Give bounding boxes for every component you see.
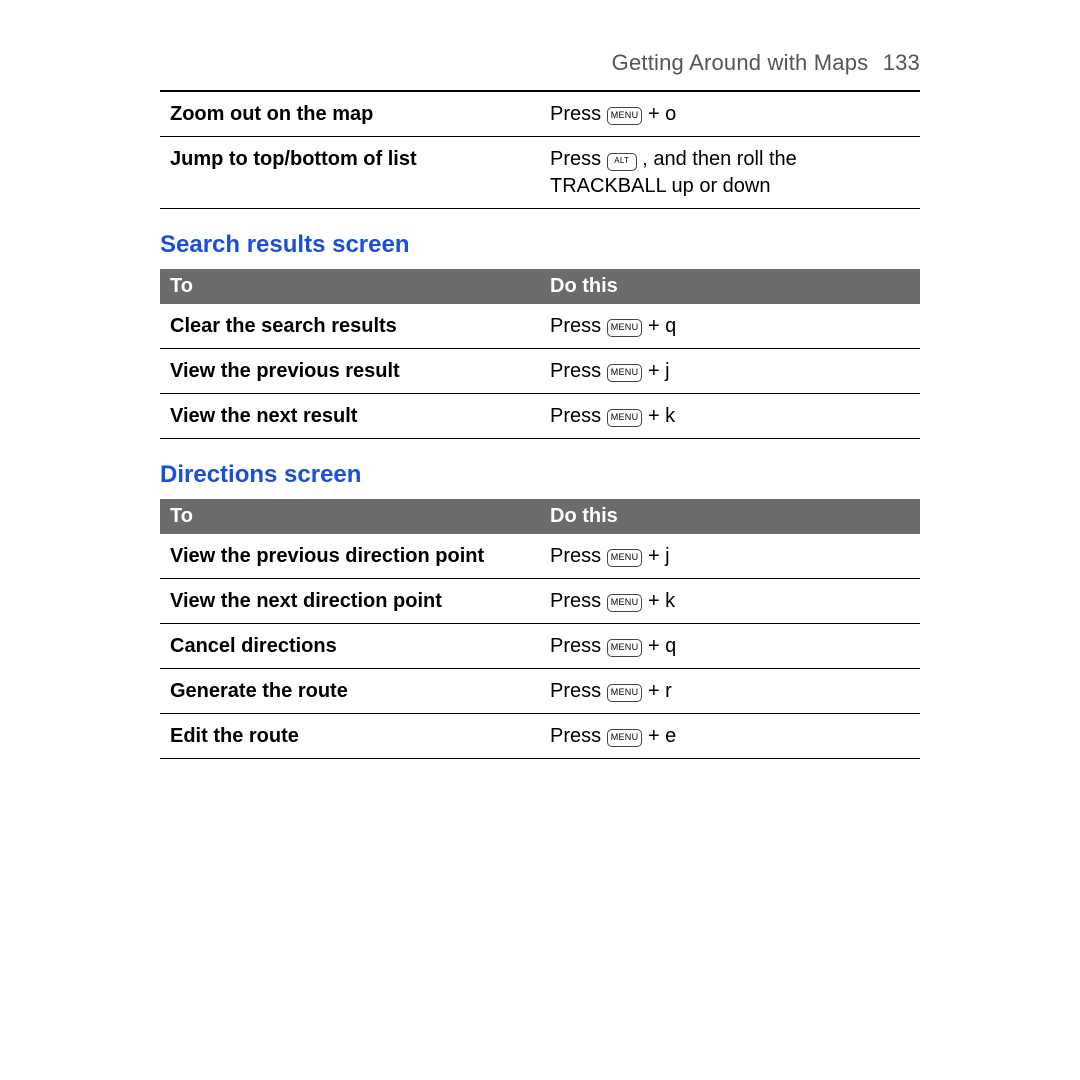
shortcut-action: View the previous result — [160, 349, 540, 394]
column-header-dothis: Do this — [540, 269, 920, 304]
shortcut-doit: Press MENU + o — [540, 92, 920, 137]
shortcuts-table: ToDo thisView the previous direction poi… — [160, 499, 920, 759]
column-header-to: To — [160, 269, 540, 304]
table-row: Cancel directionsPress MENU + q — [160, 624, 920, 669]
menu-key-icon: MENU — [607, 107, 643, 125]
shortcut-doit: Press MENU + j — [540, 349, 920, 394]
table-row: View the previous direction pointPress M… — [160, 534, 920, 579]
column-header-dothis: Do this — [540, 499, 920, 534]
shortcut-doit: Press MENU + q — [540, 304, 920, 349]
shortcut-doit: Press MENU + q — [540, 624, 920, 669]
table-row: View the next direction pointPress MENU … — [160, 579, 920, 624]
table-row: Edit the routePress MENU + e — [160, 714, 920, 759]
menu-key-icon: MENU — [607, 409, 643, 427]
shortcut-action: Clear the search results — [160, 304, 540, 349]
table-row: View the next resultPress MENU + k — [160, 394, 920, 439]
menu-key-icon: MENU — [607, 549, 643, 567]
column-header-to: To — [160, 499, 540, 534]
menu-key-icon: MENU — [607, 684, 643, 702]
shortcut-doit: Press MENU + k — [540, 394, 920, 439]
shortcut-action: Jump to top/bottom of list — [160, 137, 540, 209]
table-row: Generate the routePress MENU + r — [160, 669, 920, 714]
shortcut-doit: Press MENU + j — [540, 534, 920, 579]
page-number: 133 — [883, 50, 920, 75]
shortcut-action: View the next direction point — [160, 579, 540, 624]
chapter-title: Getting Around with Maps — [612, 50, 869, 75]
menu-key-icon: MENU — [607, 639, 643, 657]
menu-key-icon: MENU — [607, 319, 643, 337]
menu-key-icon: MENU — [607, 729, 643, 747]
table-row: Clear the search resultsPress MENU + q — [160, 304, 920, 349]
menu-key-icon: MENU — [607, 364, 643, 382]
shortcut-action: View the next result — [160, 394, 540, 439]
page-header: Getting Around with Maps 133 — [160, 50, 920, 76]
menu-key-icon: MENU — [607, 594, 643, 612]
alt-key-icon: ALT — [607, 153, 637, 171]
shortcut-doit: Press MENU + k — [540, 579, 920, 624]
top-shortcuts-table: Zoom out on the mapPress MENU + oJump to… — [160, 92, 920, 209]
shortcut-action: Edit the route — [160, 714, 540, 759]
shortcut-action: Zoom out on the map — [160, 92, 540, 137]
shortcuts-table: ToDo thisClear the search resultsPress M… — [160, 269, 920, 439]
shortcut-action: Generate the route — [160, 669, 540, 714]
shortcut-action: Cancel directions — [160, 624, 540, 669]
section-heading: Directions screen — [160, 461, 920, 489]
table-row: Jump to top/bottom of listPress ALT , an… — [160, 137, 920, 209]
shortcut-action: View the previous direction point — [160, 534, 540, 579]
table-row: View the previous resultPress MENU + j — [160, 349, 920, 394]
section-heading: Search results screen — [160, 231, 920, 259]
shortcut-doit: Press MENU + e — [540, 714, 920, 759]
shortcut-doit: Press MENU + r — [540, 669, 920, 714]
shortcut-doit: Press ALT , and then roll the TRACKBALL … — [540, 137, 920, 209]
table-row: Zoom out on the mapPress MENU + o — [160, 92, 920, 137]
